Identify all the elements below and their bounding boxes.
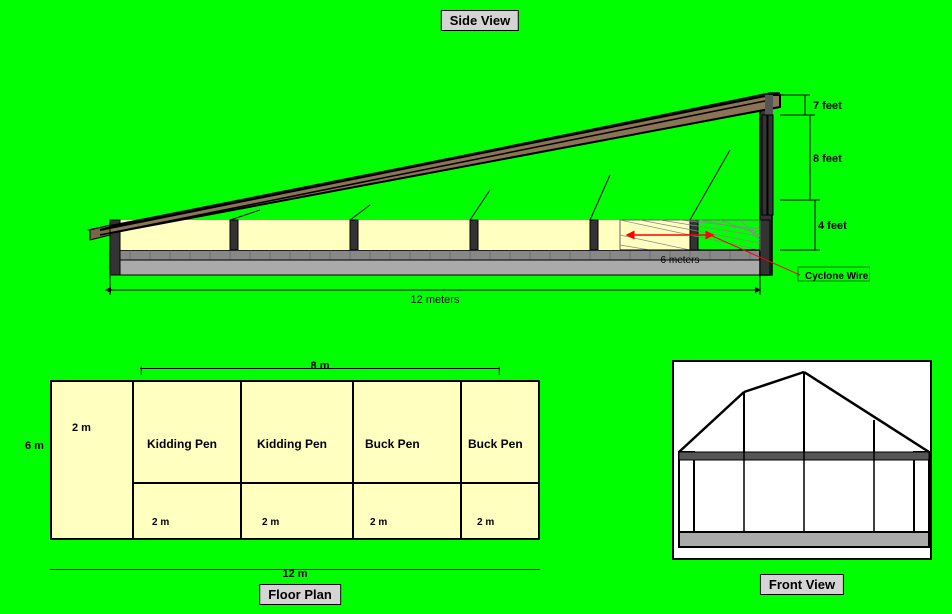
sep-2 — [240, 382, 242, 538]
floor-plan-label: Floor Plan — [259, 584, 341, 605]
dim-line-12m — [50, 569, 540, 570]
side-view-label: Side View — [441, 10, 519, 31]
svg-text:6 meters: 6 meters — [661, 255, 700, 266]
side-view-container: Side View — [50, 10, 910, 340]
svg-text:7 feet: 7 feet — [813, 100, 842, 112]
sep-3 — [352, 382, 354, 538]
sep-left — [132, 382, 134, 538]
dim-tick-right: | — [498, 365, 500, 375]
front-view-label: Front View — [760, 574, 844, 595]
front-view-svg — [674, 362, 934, 562]
front-view-container: Front View — [672, 360, 932, 570]
dim-tick-left: | — [140, 365, 142, 375]
svg-text:4 feet: 4 feet — [818, 220, 847, 232]
dim-8m: 8 m — [140, 360, 500, 372]
bottom-dim-1: 2 m — [152, 517, 169, 528]
dim-line-8m — [140, 368, 500, 369]
dim-6m: 6 m — [25, 440, 44, 452]
svg-text:8 feet: 8 feet — [813, 153, 842, 165]
svg-text:12 meters: 12 meters — [411, 294, 460, 306]
buck-pen-2: Buck Pen — [468, 437, 523, 451]
side-view-svg: 12 meters 7 feet 8 feet 4 feet — [50, 35, 870, 325]
bottom-dim-3: 2 m — [370, 517, 387, 528]
buck-pen-1: Buck Pen — [365, 437, 420, 451]
h-line-pens — [134, 482, 540, 484]
floor-plan-container: 8 m | | 6 m 2 m Kidding Pen Kidding Pen … — [20, 360, 580, 580]
floor-rect: 2 m Kidding Pen Kidding Pen Buck Pen Buc… — [50, 380, 540, 540]
front-view-drawing — [672, 360, 932, 560]
label-2m-corridor: 2 m — [72, 422, 91, 434]
sep-4 — [460, 382, 462, 538]
kidding-pen-2: Kidding Pen — [257, 437, 327, 451]
svg-text:Cyclone Wire: Cyclone Wire — [805, 271, 869, 282]
kidding-pen-1: Kidding Pen — [147, 437, 217, 451]
bottom-dim-4: 2 m — [477, 517, 494, 528]
bottom-dim-2: 2 m — [262, 517, 279, 528]
